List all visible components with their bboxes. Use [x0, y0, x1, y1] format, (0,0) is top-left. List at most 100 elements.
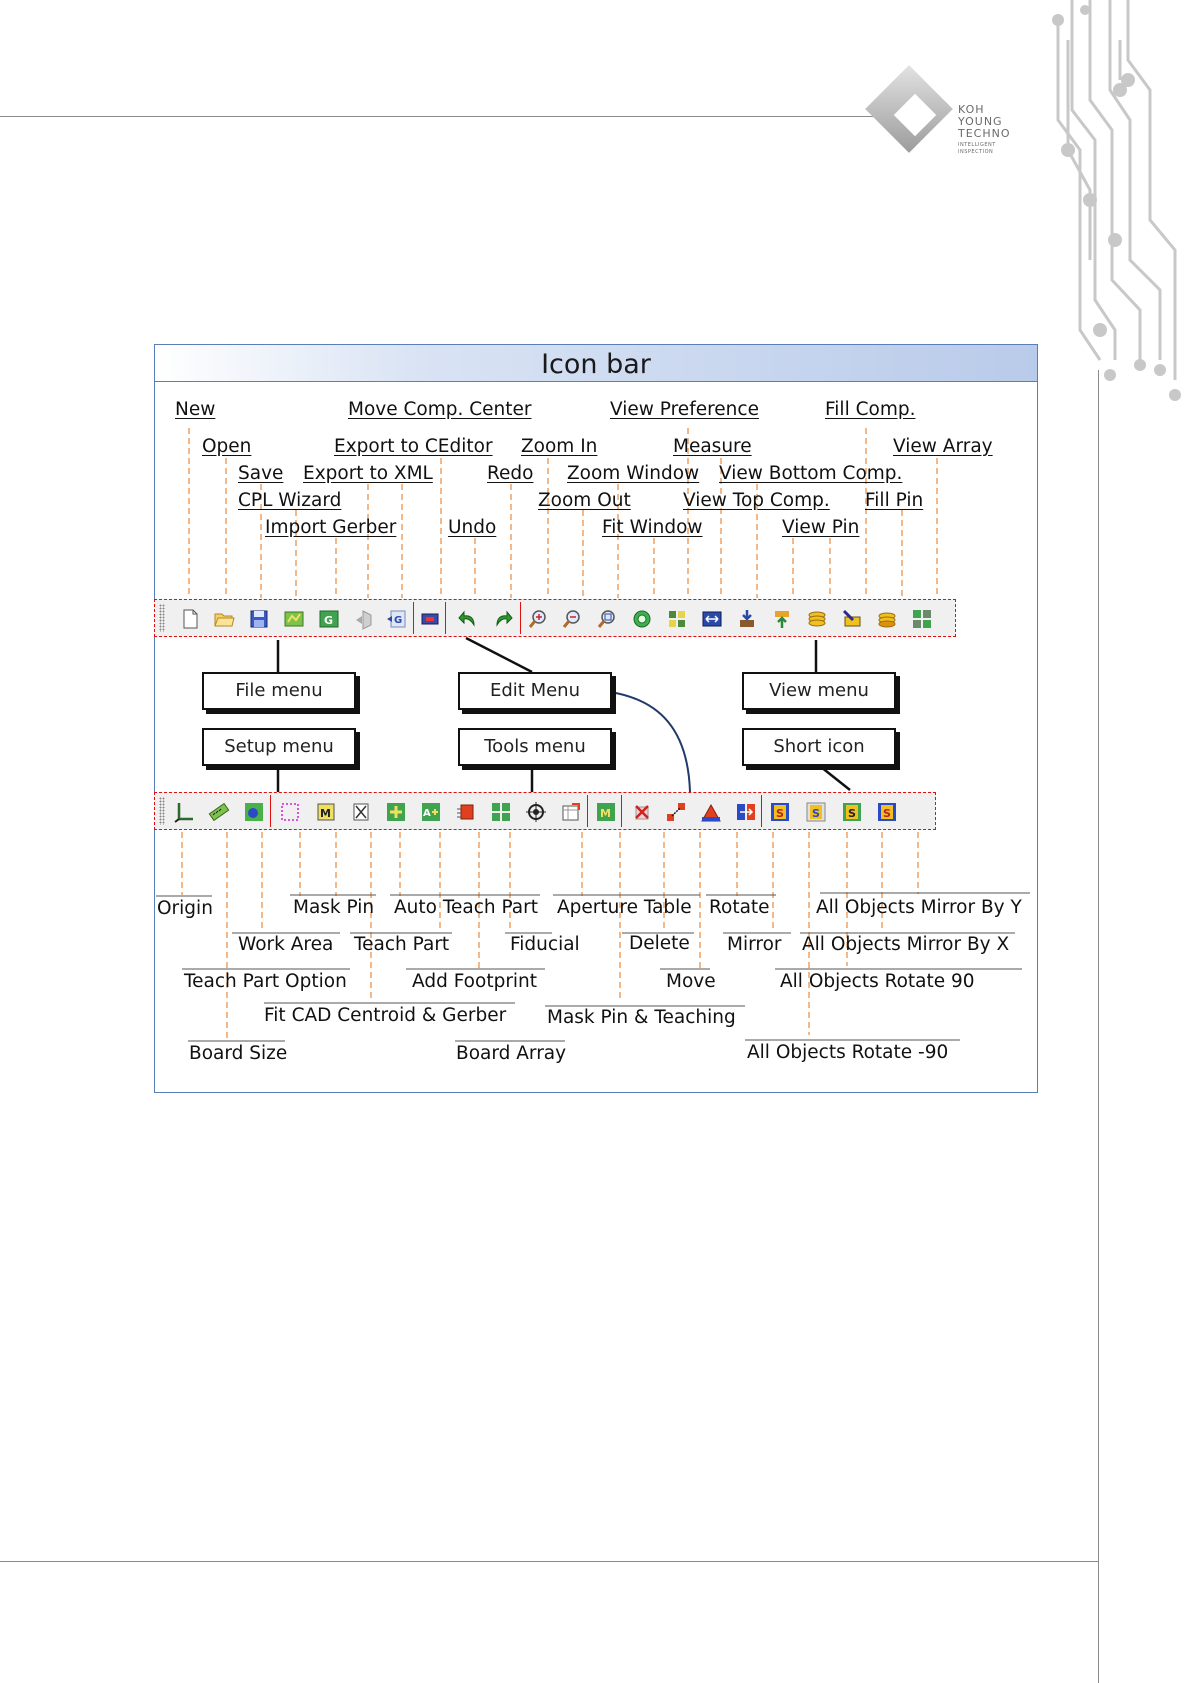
- fill-pin-icon[interactable]: [876, 608, 898, 630]
- label-mirror: Mirror: [727, 934, 782, 955]
- view-top-comp-icon[interactable]: [771, 608, 793, 630]
- label-cpl-wizard: CPL Wizard: [238, 490, 342, 511]
- auto-teach-part-icon[interactable]: A: [420, 801, 442, 823]
- fit-window-icon[interactable]: [631, 608, 653, 630]
- zoom-in-icon[interactable]: [527, 608, 549, 630]
- board-array-icon[interactable]: [490, 801, 512, 823]
- bottom-toolbar: M A M S S S S: [154, 792, 936, 830]
- teach-part-icon[interactable]: [385, 801, 407, 823]
- label-fill-pin: Fill Pin: [865, 490, 924, 511]
- redo-icon[interactable]: [492, 608, 514, 630]
- label-view-bottom-comp: View Bottom Comp.: [719, 463, 903, 484]
- all-objects-rotate-neg90-icon[interactable]: S: [876, 801, 898, 823]
- label-redo: Redo: [487, 463, 534, 484]
- all-objects-mirror-x-icon[interactable]: S: [805, 801, 827, 823]
- move-icon[interactable]: [665, 801, 687, 823]
- mirror-icon[interactable]: [735, 801, 757, 823]
- open-icon[interactable]: [213, 608, 235, 630]
- toolbar-separator: [761, 795, 762, 827]
- label-board-size: Board Size: [189, 1043, 288, 1064]
- label-fill-comp: Fill Comp.: [825, 399, 916, 420]
- export-xml-icon[interactable]: [353, 608, 375, 630]
- svg-text:A: A: [423, 808, 431, 819]
- label-teach-part-option: Teach Part Option: [184, 971, 347, 992]
- label-new: New: [175, 399, 216, 420]
- save-icon[interactable]: [248, 608, 270, 630]
- all-objects-rotate-90-icon[interactable]: S: [841, 801, 863, 823]
- label-view-preference: View Preference: [610, 399, 759, 420]
- mask-pin-icon[interactable]: M: [315, 801, 337, 823]
- label-move: Move: [666, 971, 716, 992]
- label-open: Open: [202, 436, 252, 457]
- undo-icon[interactable]: [457, 608, 479, 630]
- toolbar-grip[interactable]: [159, 604, 165, 632]
- svg-text:G: G: [394, 615, 402, 626]
- toolbar-grip[interactable]: [159, 797, 165, 825]
- svg-text:M: M: [600, 807, 611, 820]
- svg-text:M: M: [320, 807, 331, 820]
- fill-comp-icon[interactable]: [841, 608, 863, 630]
- rotate-icon[interactable]: [700, 801, 722, 823]
- svg-text:S: S: [812, 807, 820, 820]
- label-all-objects-mirror-x: All Objects Mirror By X: [802, 934, 1010, 955]
- toolbar-separator: [270, 795, 271, 827]
- label-move-comp-center: Move Comp. Center: [348, 399, 532, 420]
- label-fit-cad: Fit CAD Centroid & Gerber: [264, 1005, 507, 1026]
- label-fiducial: Fiducial: [510, 934, 580, 955]
- export-ceditor-icon[interactable]: G: [385, 608, 407, 630]
- toolbar-separator: [587, 795, 588, 827]
- label-rotate: Rotate: [709, 897, 770, 918]
- label-view-pin: View Pin: [782, 517, 860, 538]
- label-add-footprint: Add Footprint: [412, 971, 538, 992]
- aperture-table-icon[interactable]: [560, 801, 582, 823]
- short-icon-box: Short icon: [742, 728, 896, 766]
- edit-menu-box: Edit Menu: [458, 672, 612, 710]
- label-save: Save: [238, 463, 284, 484]
- file-menu-box: File menu: [202, 672, 356, 710]
- label-export-to-xml: Export to XML: [303, 463, 433, 484]
- view-preference-icon[interactable]: [701, 608, 723, 630]
- label-measure: Measure: [673, 436, 752, 457]
- label-all-objects-mirror-y: All Objects Mirror By Y: [816, 897, 1022, 918]
- board-size-icon[interactable]: [208, 801, 230, 823]
- label-view-top-comp: View Top Comp.: [683, 490, 830, 511]
- label-undo: Undo: [448, 517, 497, 538]
- svg-text:S: S: [848, 807, 856, 820]
- tools-menu-box: Tools menu: [458, 728, 612, 766]
- zoom-window-icon[interactable]: [596, 608, 618, 630]
- move-comp-center-icon[interactable]: [419, 608, 441, 630]
- label-mask-pin-teaching: Mask Pin & Teaching: [547, 1007, 736, 1028]
- view-pin-icon[interactable]: [806, 608, 828, 630]
- label-zoom-window: Zoom Window: [567, 463, 700, 484]
- label-zoom-out: Zoom Out: [538, 490, 631, 511]
- measure-icon[interactable]: [666, 608, 688, 630]
- toolbar-separator: [413, 602, 414, 634]
- leader-lines: [156, 428, 1030, 1042]
- import-gerber-icon[interactable]: G: [318, 608, 340, 630]
- label-origin: Origin: [157, 898, 213, 919]
- add-footprint-icon[interactable]: [455, 801, 477, 823]
- fiducial-icon[interactable]: [525, 801, 547, 823]
- svg-text:S: S: [883, 807, 891, 820]
- label-auto-teach-part: Auto Teach Part: [394, 897, 539, 918]
- work-area-icon[interactable]: [243, 801, 265, 823]
- label-export-to-ceditor: Export to CEditor: [334, 436, 493, 457]
- mask-pin-teaching-icon[interactable]: M: [595, 801, 617, 823]
- label-import-gerber: Import Gerber: [265, 517, 397, 538]
- teach-part-option-icon[interactable]: [279, 801, 301, 823]
- setup-menu-box: Setup menu: [202, 728, 356, 766]
- label-all-objects-rotate-90: All Objects Rotate 90: [780, 971, 975, 992]
- label-teach-part: Teach Part: [354, 934, 450, 955]
- label-fit-window: Fit Window: [602, 517, 703, 538]
- view-bottom-comp-icon[interactable]: [736, 608, 758, 630]
- label-work-area: Work Area: [238, 934, 334, 955]
- cpl-wizard-icon[interactable]: [283, 608, 305, 630]
- zoom-out-icon[interactable]: [561, 608, 583, 630]
- origin-icon[interactable]: [173, 801, 195, 823]
- view-array-icon[interactable]: [911, 608, 933, 630]
- delete-icon[interactable]: [631, 801, 653, 823]
- new-icon[interactable]: [179, 608, 201, 630]
- fit-cad-icon[interactable]: [350, 801, 372, 823]
- all-objects-mirror-y-icon[interactable]: S: [769, 801, 791, 823]
- toolbar-separator: [621, 795, 622, 827]
